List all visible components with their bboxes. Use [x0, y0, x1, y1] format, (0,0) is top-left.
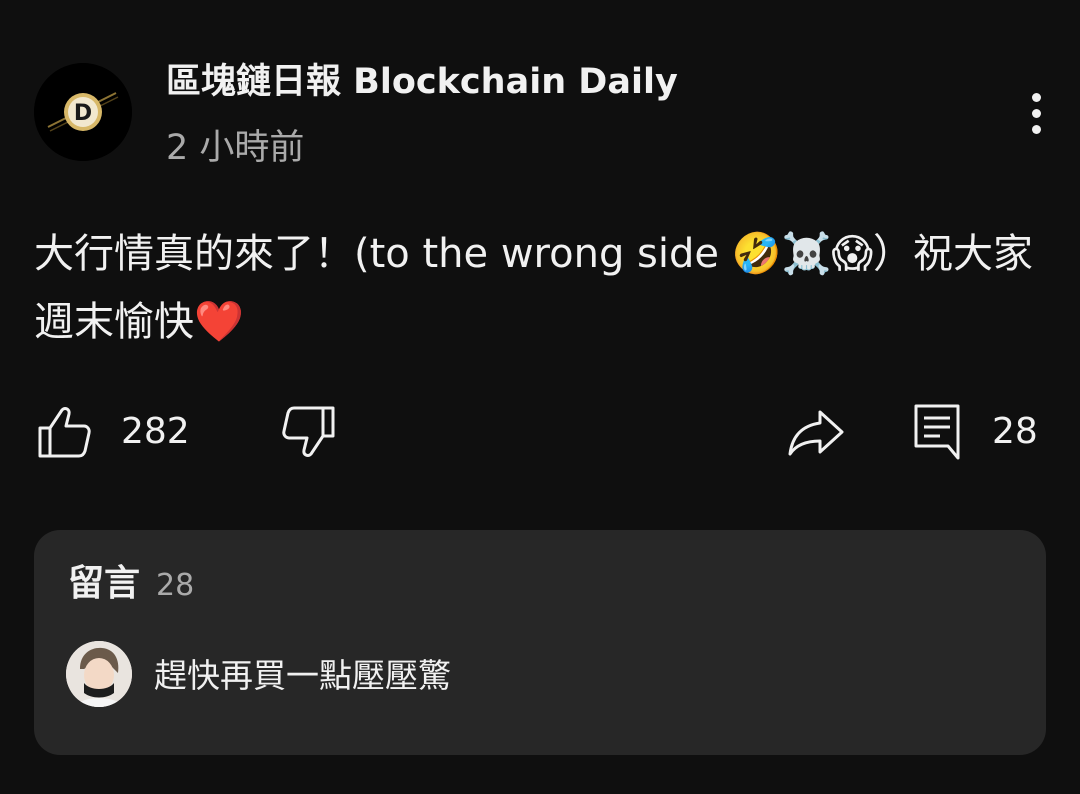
- comment-button[interactable]: [912, 402, 962, 462]
- comment-count: 28: [992, 411, 1038, 452]
- comment-icon: [914, 404, 960, 460]
- comments-title: 留言: [68, 563, 141, 604]
- post-timestamp: 2 小時前: [166, 128, 305, 168]
- like-button[interactable]: [36, 404, 92, 460]
- more-vert-icon-dot: [1031, 124, 1041, 134]
- community-post: D 區塊鏈日報 Blockchain Daily 2 小時前 大行情真的來了！(…: [0, 0, 1080, 794]
- channel-name[interactable]: 區塊鏈日報 Blockchain Daily: [166, 60, 678, 104]
- post-text: 大行情真的來了！(to the wrong side 🤣☠️😱）祝大家週末愉快❤…: [34, 231, 1034, 345]
- more-vert-icon: [1031, 92, 1041, 102]
- channel-avatar[interactable]: D: [34, 63, 132, 161]
- thumbs-up-icon: [38, 407, 91, 458]
- thumbs-down-icon: [282, 406, 335, 457]
- person-avatar-icon: [66, 641, 132, 707]
- share-icon: [788, 410, 844, 456]
- comments-count: 28: [156, 568, 195, 603]
- share-button[interactable]: [786, 404, 846, 460]
- top-comment-text: 趕快再買一點壓壓驚: [154, 656, 451, 695]
- svg-text:D: D: [74, 101, 92, 126]
- commenter-avatar[interactable]: [66, 641, 132, 707]
- more-options-button[interactable]: [1012, 88, 1060, 138]
- like-count: 282: [121, 411, 190, 452]
- more-vert-icon-dot: [1031, 108, 1041, 118]
- dislike-button[interactable]: [281, 404, 337, 460]
- comments-panel[interactable]: 留言 28 趕快再買一點壓壓驚: [34, 530, 1046, 755]
- blockchain-daily-logo-icon: D: [34, 63, 132, 161]
